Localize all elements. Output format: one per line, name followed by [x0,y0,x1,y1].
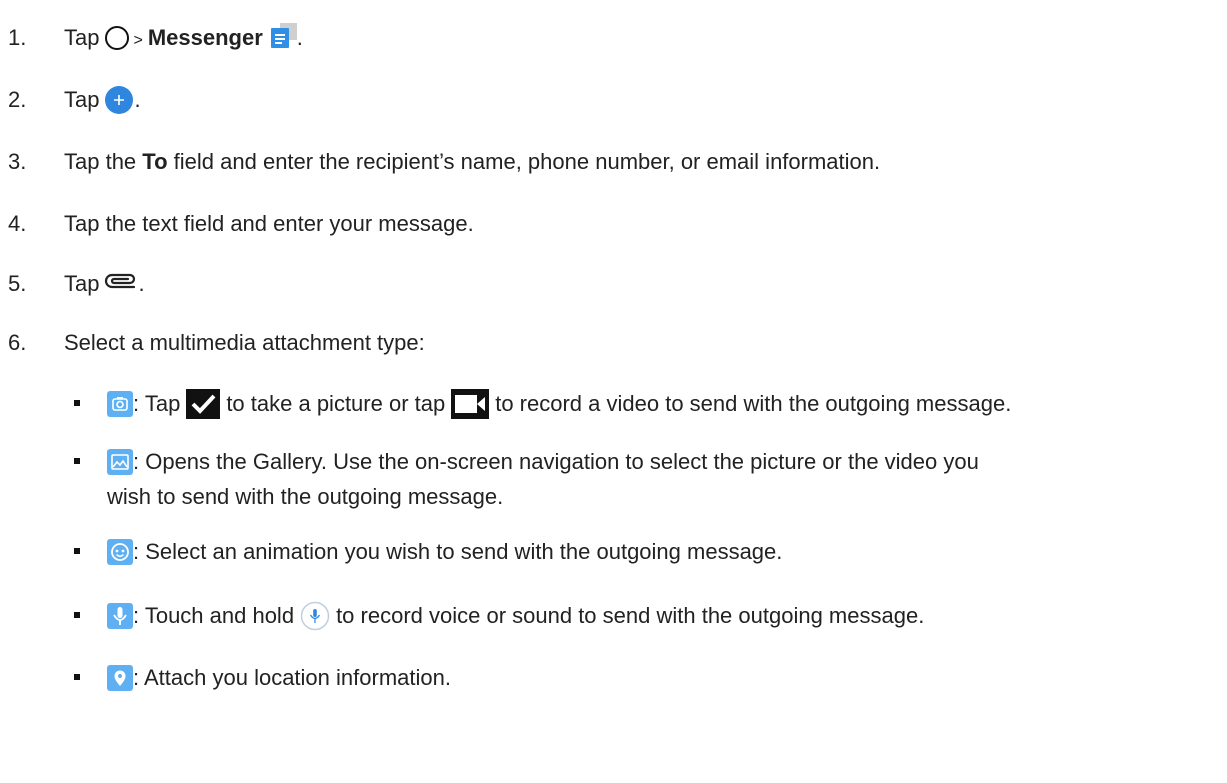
bullet-dot [74,400,80,406]
bullet-text: to take a picture or tap [226,391,446,416]
messenger-icon [270,23,297,53]
location-icon [107,665,133,691]
step-number: 4. [8,211,27,236]
step-text: Select a multimedia attachment type: [64,330,425,355]
step-text: Tap [64,25,100,50]
bullet-dot [74,548,80,554]
bullet-dot [74,458,80,464]
bullet-text: : Opens the Gallery. Use the on-screen n… [133,449,979,474]
bullet-text: to record voice or sound to send with th… [336,603,925,628]
bullet-dot [74,674,80,680]
mic-icon [107,603,133,629]
new-message-fab-icon [104,85,134,115]
sticker-icon [107,539,133,565]
step-text: Tap [64,271,100,296]
step-text: Tap the [64,149,137,174]
step-text: Tap the text field and enter your messag… [64,211,474,236]
step-number: 2. [8,87,27,112]
record-mic-button-icon [300,601,330,631]
checkmark-icon [186,389,221,419]
home-circle-icon [104,25,130,51]
bullet-dot [74,612,80,618]
bullet-text: : Tap [133,391,181,416]
bullet-text: : Select an animation you wish to send w… [133,539,783,564]
bullet-text: : Touch and hold [133,603,295,628]
bullet-text: : Attach you location information. [133,665,451,690]
step-text: Tap [64,87,100,112]
bullet-gallery-line2: wish to send with the outgoing message. [107,484,504,509]
camera-icon [107,391,133,417]
step-text: field and enter the recipient’s name, ph… [173,149,881,174]
step-number: 1. [8,25,27,50]
paperclip-icon [104,273,138,295]
step-number: 6. [8,330,27,355]
step-number: 3. [8,149,27,174]
bullet-text: to record a video to send with the outgo… [495,391,1012,416]
instruction-document: 1. Tap > Messenger . 2. Tap . 3. Tap the… [8,23,1012,691]
field-name: To [142,149,168,174]
step-separator: > [133,32,143,49]
video-camera-icon [451,389,490,419]
step-number: 5. [8,271,27,296]
gallery-icon [107,449,133,475]
app-name: Messenger [147,25,263,50]
